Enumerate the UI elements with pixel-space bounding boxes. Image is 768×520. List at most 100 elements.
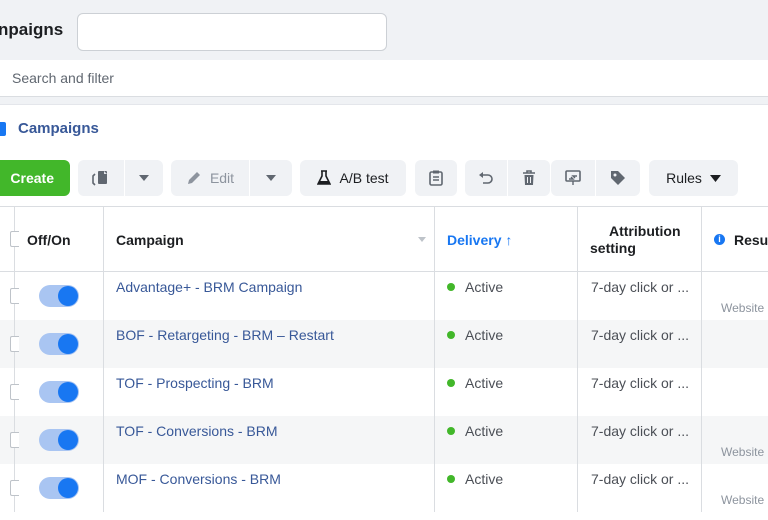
- attribution-cell: 7-day click or ...: [578, 416, 702, 464]
- results-cell: Website: [702, 272, 768, 320]
- results-cell: [702, 320, 768, 368]
- delivery-status: Active: [447, 471, 503, 487]
- duplicate-button[interactable]: [78, 160, 124, 196]
- top-bar: npaigns: [0, 0, 768, 60]
- edit-button[interactable]: Edit: [171, 160, 249, 196]
- delivery-status: Active: [447, 327, 503, 343]
- delivery-status-label: Active: [465, 375, 504, 391]
- column-header-results[interactable]: i Resul: [702, 207, 768, 272]
- attribution-cell: 7-day click or ...: [578, 464, 702, 512]
- campaign-toggle[interactable]: [39, 429, 79, 451]
- campaign-toggle[interactable]: [39, 285, 79, 307]
- ab-test-label: A/B test: [339, 170, 389, 186]
- delivery-cell: Active: [435, 464, 578, 512]
- delete-button[interactable]: [508, 160, 550, 196]
- campaign-name-field[interactable]: [77, 13, 387, 51]
- campaign-toggle[interactable]: [39, 477, 79, 499]
- campaign-cell: MOF - Conversions - BRM: [104, 464, 435, 512]
- clipboard-button[interactable]: [415, 160, 457, 196]
- delivery-status-label: Active: [465, 327, 504, 343]
- attribution-value: 7-day click or ...: [591, 327, 690, 343]
- campaign-cell: TOF - Conversions - BRM: [104, 416, 435, 464]
- toggle-cell: [15, 368, 104, 416]
- tag-button[interactable]: [596, 160, 640, 196]
- attribution-value: 7-day click or ...: [591, 423, 690, 439]
- results-value: Website: [721, 445, 765, 459]
- delivery-status-label: Active: [465, 471, 504, 487]
- row-select-cell: [0, 320, 19, 368]
- delivery-cell: Active: [435, 320, 578, 368]
- campaign-name-link[interactable]: Advantage+ - BRM Campaign: [116, 279, 302, 295]
- column-menu-icon[interactable]: [418, 237, 426, 242]
- toggle-cell: [15, 320, 104, 368]
- table-body: Advantage+ - BRM Campaign Active 7-day c…: [0, 272, 768, 512]
- status-dot-icon: [447, 331, 455, 339]
- table-row[interactable]: MOF - Conversions - BRM Active 7-day cli…: [0, 464, 768, 512]
- status-dot-icon: [447, 427, 455, 435]
- table-row[interactable]: TOF - Prospecting - BRM Active 7-day cli…: [0, 368, 768, 416]
- column-header-attribution-line1: Attribution: [609, 222, 681, 239]
- search-input[interactable]: [0, 60, 768, 96]
- create-button[interactable]: Create: [0, 160, 70, 196]
- column-header-delivery[interactable]: Delivery ↑: [435, 207, 578, 272]
- toggle-knob: [58, 382, 78, 402]
- level-tab-label: Campaigns: [18, 120, 99, 137]
- delivery-cell: Active: [435, 272, 578, 320]
- toggle-cell: [15, 464, 104, 512]
- toggle-knob: [58, 430, 78, 450]
- toggle-cell: [15, 416, 104, 464]
- campaigns-table: Off/On Campaign Delivery ↑ Attribution s…: [0, 206, 768, 512]
- toggle-cell: [15, 272, 104, 320]
- attribution-cell: 7-day click or ...: [578, 320, 702, 368]
- attribution-value: 7-day click or ...: [591, 279, 690, 295]
- campaign-name-link[interactable]: MOF - Conversions - BRM: [116, 471, 281, 487]
- status-dot-icon: [447, 283, 455, 291]
- ab-test-button[interactable]: A/B test: [300, 160, 406, 196]
- info-icon[interactable]: i: [714, 234, 725, 245]
- campaign-name-link[interactable]: TOF - Conversions - BRM: [116, 423, 278, 439]
- level-tab-campaigns[interactable]: Campaigns: [0, 120, 99, 137]
- table-row[interactable]: BOF - Retargeting - BRM – Restart Active…: [0, 320, 768, 368]
- results-value: Website: [721, 301, 765, 315]
- rules-label: Rules: [666, 170, 702, 186]
- results-value: Website: [721, 493, 765, 507]
- search-filter-bar: [0, 60, 768, 97]
- trash-icon: [523, 170, 535, 185]
- delivery-status: Active: [447, 423, 503, 439]
- column-header-campaign-label: Campaign: [116, 231, 184, 248]
- results-cell: Website: [702, 416, 768, 464]
- campaign-cell: BOF - Retargeting - BRM – Restart: [104, 320, 435, 368]
- undo-button[interactable]: [465, 160, 507, 196]
- table-header: Off/On Campaign Delivery ↑ Attribution s…: [0, 206, 768, 272]
- status-dot-icon: [447, 379, 455, 387]
- campaign-cell: TOF - Prospecting - BRM: [104, 368, 435, 416]
- column-header-attribution[interactable]: Attribution setting: [578, 207, 702, 272]
- column-header-off-on[interactable]: Off/On: [15, 207, 104, 272]
- results-cell: Website: [702, 464, 768, 512]
- campaign-toggle[interactable]: [39, 381, 79, 403]
- campaign-cell: Advantage+ - BRM Campaign: [104, 272, 435, 320]
- toggle-knob: [58, 334, 78, 354]
- flask-icon: [317, 170, 332, 185]
- chevron-down-icon: [266, 175, 276, 181]
- campaign-name-link[interactable]: BOF - Retargeting - BRM – Restart: [116, 327, 334, 343]
- row-select-cell: [0, 464, 19, 512]
- attribution-cell: 7-day click or ...: [578, 368, 702, 416]
- rules-button[interactable]: Rules: [649, 160, 738, 196]
- select-all-cell: [0, 207, 19, 272]
- chevron-down-icon: [139, 175, 149, 181]
- attribution-cell: 7-day click or ...: [578, 272, 702, 320]
- caret-down-icon: [709, 174, 721, 182]
- export-button[interactable]: [551, 160, 595, 196]
- row-select-cell: [0, 416, 19, 464]
- table-row[interactable]: Advantage+ - BRM Campaign Active 7-day c…: [0, 272, 768, 320]
- edit-dropdown-button[interactable]: [250, 160, 292, 196]
- table-row[interactable]: TOF - Conversions - BRM Active 7-day cli…: [0, 416, 768, 464]
- page-title: npaigns: [0, 20, 64, 39]
- column-header-campaign[interactable]: Campaign: [104, 207, 435, 272]
- campaign-name-link[interactable]: TOF - Prospecting - BRM: [116, 375, 274, 391]
- delivery-cell: Active: [435, 416, 578, 464]
- attribution-value: 7-day click or ...: [591, 375, 690, 391]
- duplicate-dropdown-button[interactable]: [125, 160, 163, 196]
- campaign-toggle[interactable]: [39, 333, 79, 355]
